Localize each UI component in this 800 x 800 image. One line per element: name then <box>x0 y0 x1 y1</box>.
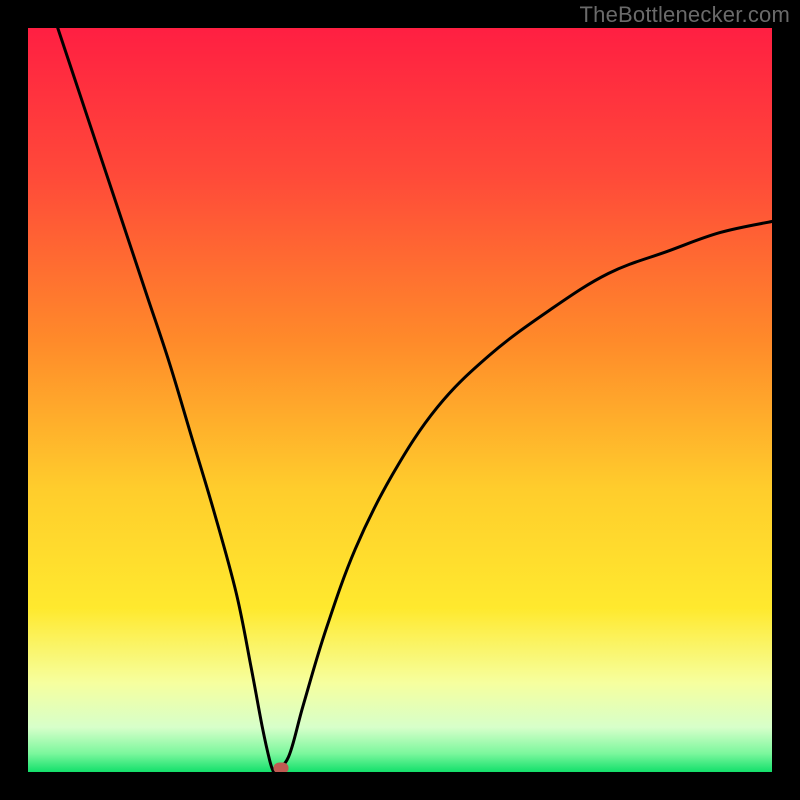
curve-left-branch <box>58 28 274 772</box>
bottleneck-curve <box>28 28 772 772</box>
watermark-text: TheBottlenecker.com <box>580 2 790 28</box>
curve-right-branch <box>274 221 772 772</box>
plot-area <box>28 28 772 772</box>
minimum-marker <box>273 763 288 772</box>
chart-frame: TheBottlenecker.com <box>0 0 800 800</box>
